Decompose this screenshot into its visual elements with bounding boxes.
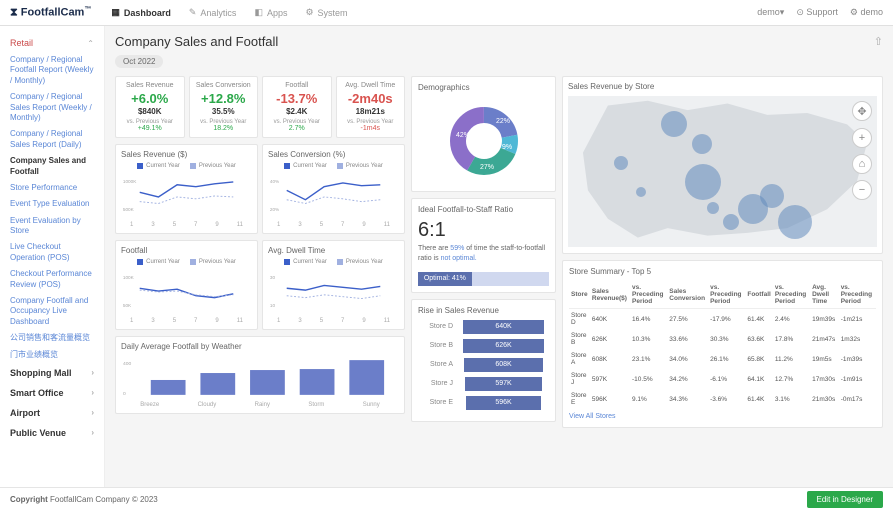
map-compass[interactable]: ✥ bbox=[852, 101, 872, 121]
sidebar-category[interactable]: Airport› bbox=[0, 403, 104, 423]
page-title: Company Sales and Footfall bbox=[115, 34, 278, 49]
topnav: ▦Dashboard ✎Analytics ◧Apps ⚙System bbox=[111, 7, 347, 18]
svg-text:42%: 42% bbox=[456, 132, 470, 139]
sidebar-item[interactable]: 门市业绩概览 bbox=[0, 347, 104, 363]
topbar: ⧗ FootfallCam™ ▦Dashboard ✎Analytics ◧Apps… bbox=[0, 0, 893, 26]
sidebar-category[interactable]: Smart Office› bbox=[0, 383, 104, 403]
rise-bar-row: Store E596K bbox=[418, 396, 549, 410]
svg-text:27%: 27% bbox=[480, 164, 494, 171]
topright-item[interactable]: ⊙ Support bbox=[796, 7, 838, 18]
topnav-dashboard[interactable]: ▦Dashboard bbox=[111, 7, 171, 18]
optimal-bar: Optimal: 41% bbox=[418, 272, 549, 286]
topnav-system[interactable]: ⚙System bbox=[305, 7, 347, 18]
donut-chart: 22% 9% 27% 42% bbox=[444, 101, 524, 181]
chart-weather: Daily Average Footfall by Weather 4000 B… bbox=[115, 336, 405, 414]
svg-text:50K: 50K bbox=[123, 303, 132, 308]
sidebar-item[interactable]: 公司销售和客流量概览 bbox=[0, 330, 104, 346]
sidebar-item[interactable]: Live Checkout Operation (POS) bbox=[0, 239, 104, 266]
map-zoom-out[interactable]: − bbox=[852, 180, 872, 200]
sidebar-item[interactable]: Company Sales and Footfall bbox=[0, 153, 104, 180]
sidebar-item[interactable]: Company / Regional Footfall Report (Week… bbox=[0, 52, 104, 89]
sidebar-category[interactable]: Public Venue› bbox=[0, 423, 104, 443]
table-row[interactable]: Store D640K16.4%27.5%-17.9%61.4K2.4%19m3… bbox=[569, 309, 876, 330]
view-all-link[interactable]: View All Stores bbox=[569, 413, 616, 420]
chart-sales-revenue: Sales Revenue ($) Current YearPrevious Y… bbox=[115, 144, 258, 234]
chart-dwell-time: Avg. Dwell Time Current YearPrevious Yea… bbox=[262, 240, 405, 330]
sidebar-section-retail[interactable]: Retail⌃ bbox=[0, 34, 104, 52]
date-filter[interactable]: Oct 2022 bbox=[115, 55, 163, 68]
topnav-apps[interactable]: ◧Apps bbox=[254, 7, 287, 18]
content: Company Sales and Footfall ⇧ Oct 2022 Sa… bbox=[105, 26, 893, 487]
kpi-card: Footfall-13.7%$2.4Kvs. Previous Year2.7% bbox=[262, 76, 332, 138]
svg-text:500K: 500K bbox=[123, 207, 135, 212]
card-demographics: Demographics 22% 9% 27% 42% bbox=[411, 76, 556, 192]
sidebar-category[interactable]: Shopping Mall› bbox=[0, 363, 104, 383]
share-icon[interactable]: ⇧ bbox=[874, 35, 883, 48]
sidebar-item[interactable]: Event Evaluation by Store bbox=[0, 213, 104, 240]
topright-item[interactable]: ⚙ demo bbox=[850, 7, 883, 18]
svg-text:9%: 9% bbox=[502, 144, 512, 151]
svg-text:40%: 40% bbox=[270, 179, 279, 184]
svg-text:100K: 100K bbox=[123, 275, 135, 280]
card-rise-revenue: Rise in Sales Revenue Store D640KStore B… bbox=[411, 299, 556, 422]
card-staff-ratio: Ideal Footfall-to-Staff Ratio 6:1 There … bbox=[411, 198, 556, 293]
rise-bar-row: Store B626K bbox=[418, 339, 549, 353]
rise-bar-row: Store D640K bbox=[418, 320, 549, 334]
footer: Copyright Copyright FootfallCam Company … bbox=[0, 487, 893, 511]
sidebar-item[interactable]: Checkout Performance Review (POS) bbox=[0, 266, 104, 293]
table-row[interactable]: Store A608K23.1%34.0%26.1%65.8K11.2%19m5… bbox=[569, 349, 876, 369]
sidebar: Retail⌃ Company / Regional Footfall Repo… bbox=[0, 26, 105, 487]
rise-bar-row: Store A608K bbox=[418, 358, 549, 372]
ratio-value: 6:1 bbox=[418, 219, 549, 242]
summary-table: StoreSales Revenue($)vs. Preceding Perio… bbox=[569, 281, 876, 409]
svg-text:30: 30 bbox=[270, 275, 276, 280]
svg-text:22%: 22% bbox=[496, 118, 510, 125]
sidebar-item[interactable]: Company / Regional Sales Report (Weekly … bbox=[0, 89, 104, 126]
rise-bar-row: Store J597K bbox=[418, 377, 549, 391]
chart-footfall: Footfall Current YearPrevious Year 100K5… bbox=[115, 240, 258, 330]
topnav-analytics[interactable]: ✎Analytics bbox=[189, 7, 237, 18]
table-row[interactable]: Store B626K10.3%33.6%30.3%63.6K17.8%21m4… bbox=[569, 329, 876, 349]
svg-text:10: 10 bbox=[270, 303, 276, 308]
svg-text:0: 0 bbox=[123, 391, 126, 397]
sidebar-item[interactable]: Store Performance bbox=[0, 180, 104, 196]
svg-text:400: 400 bbox=[123, 361, 132, 367]
edit-designer-button[interactable]: Edit in Designer bbox=[807, 491, 883, 508]
table-row[interactable]: Store J597K-10.5%34.2%-6.1%64.1K12.7%17m… bbox=[569, 369, 876, 389]
kpi-card: Avg. Dwell Time-2m40s18m21svs. Previous … bbox=[336, 76, 406, 138]
ratio-text: There are 59% of time the staff-to-footf… bbox=[418, 244, 549, 264]
map-home[interactable]: ⌂ bbox=[852, 154, 872, 174]
kpi-card: Sales Conversion+12.8%35.5%vs. Previous … bbox=[189, 76, 259, 138]
sidebar-item[interactable]: Event Type Evaluation bbox=[0, 196, 104, 212]
chart-sales-conversion: Sales Conversion (%) Current YearPreviou… bbox=[262, 144, 405, 234]
sidebar-item[interactable]: Company Footfall and Occupancy Live Dash… bbox=[0, 293, 104, 330]
sidebar-item[interactable]: Company / Regional Sales Report (Daily) bbox=[0, 126, 104, 153]
svg-text:1000K: 1000K bbox=[123, 179, 137, 184]
map[interactable]: ✥ + ⌂ − bbox=[568, 96, 877, 247]
map-zoom-in[interactable]: + bbox=[852, 128, 872, 148]
table-row[interactable]: Store E596K9.1%34.3%-3.6%61.4K3.1%21m30s… bbox=[569, 389, 876, 409]
topright-item[interactable]: demo▾ bbox=[757, 7, 784, 18]
card-store-summary: Store Summary - Top 5 StoreSales Revenue… bbox=[562, 260, 883, 428]
copyright: Copyright Copyright FootfallCam Company … bbox=[10, 495, 158, 504]
topnav-right: demo▾ ⊙ Support ⚙ demo bbox=[757, 7, 883, 18]
card-map: Sales Revenue by Store bbox=[562, 76, 883, 254]
logo: ⧗ FootfallCam™ bbox=[10, 6, 91, 20]
svg-text:20%: 20% bbox=[270, 207, 279, 212]
kpi-card: Sales Revenue+6.0%$840Kvs. Previous Year… bbox=[115, 76, 185, 138]
